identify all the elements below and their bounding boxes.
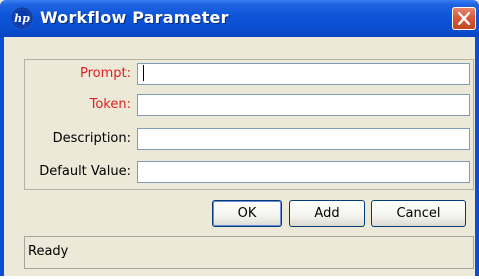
description-input[interactable] [137, 128, 470, 150]
status-bar: Ready [24, 236, 474, 269]
default-value-label: Default Value: [39, 164, 131, 179]
window-title: Workflow Parameter [40, 8, 229, 27]
title-bar[interactable]: hp Workflow Parameter [0, 0, 479, 37]
cancel-button[interactable]: Cancel [371, 200, 466, 227]
token-input[interactable] [137, 94, 470, 116]
description-label: Description: [52, 131, 131, 146]
default-value-input[interactable] [137, 161, 470, 183]
text-caret [143, 65, 144, 81]
token-label: Token: [89, 97, 131, 112]
close-button[interactable] [452, 7, 476, 30]
window-frame-right [475, 37, 479, 276]
workflow-parameter-dialog: hp Workflow Parameter Prompt: Token: Des… [0, 0, 479, 276]
prompt-input[interactable] [137, 63, 470, 85]
window-frame-left [0, 37, 4, 276]
status-text: Ready [28, 244, 69, 259]
prompt-label: Prompt: [79, 66, 131, 81]
svg-text:hp: hp [14, 12, 30, 25]
close-icon [458, 12, 470, 25]
ok-button[interactable]: OK [212, 200, 282, 227]
add-button[interactable]: Add [289, 200, 365, 227]
hp-logo-icon: hp [11, 7, 33, 29]
